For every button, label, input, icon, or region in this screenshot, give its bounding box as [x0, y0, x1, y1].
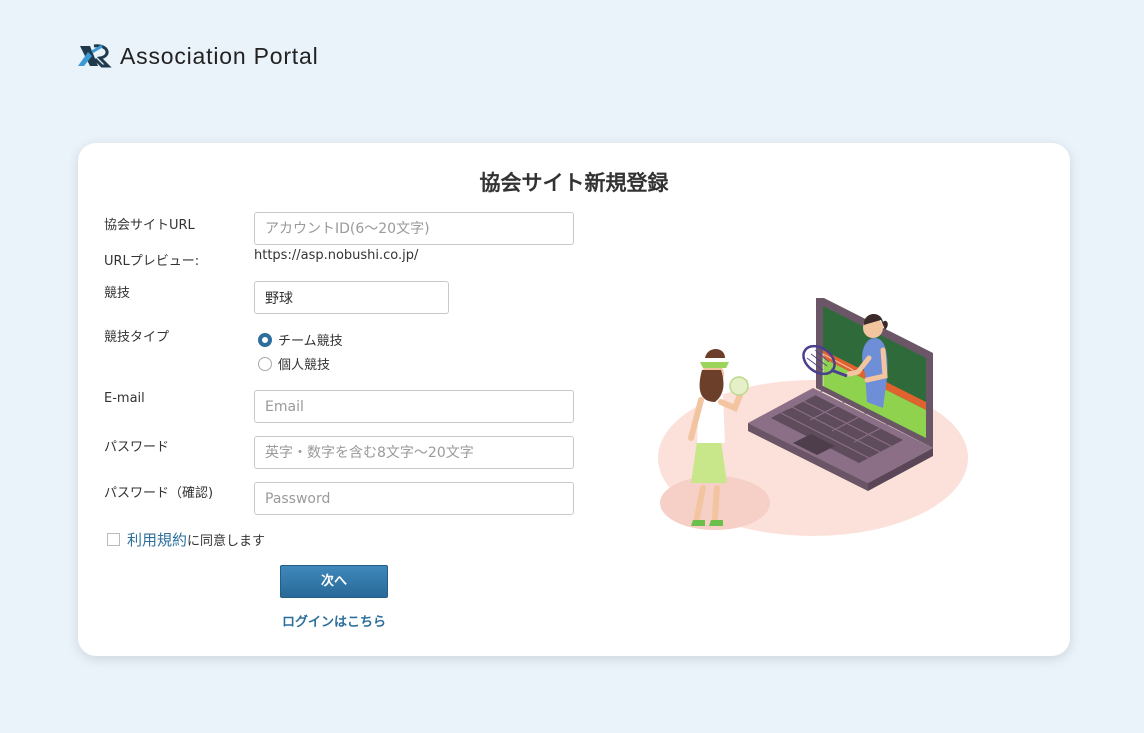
password-label: パスワード [104, 440, 170, 455]
terms-text: に同意します [187, 534, 266, 549]
app-title: Association Portal [120, 42, 319, 69]
terms-link[interactable]: 利用規約 [127, 529, 187, 550]
url-preview-value: https://asp.nobushi.co.jp/ [254, 248, 419, 263]
page-title: 協会サイト新規登録 [479, 171, 669, 195]
radio-unselected-icon[interactable] [258, 356, 272, 371]
radio-selected-icon[interactable] [258, 332, 272, 347]
site-url-label: 協会サイトURL [104, 218, 195, 233]
association-portal-logo-icon [78, 44, 112, 68]
sport-label: 競技 [104, 286, 131, 301]
terms-agreement: 利用規約 に同意します [107, 529, 265, 550]
radio-team-sport[interactable]: チーム競技 [258, 330, 343, 349]
radio-individual-sport[interactable]: 個人競技 [258, 354, 330, 373]
sport-input[interactable] [254, 281, 449, 314]
next-button[interactable]: 次へ [280, 565, 388, 598]
sport-type-label: 競技タイプ [104, 330, 170, 345]
registration-card: 協会サイト新規登録 協会サイトURL URLプレビュー: https://asp… [78, 143, 1070, 656]
site-url-input[interactable] [254, 212, 574, 245]
password-input[interactable] [254, 436, 574, 469]
email-input[interactable] [254, 390, 574, 423]
email-label: E-mail [104, 391, 145, 406]
radio-individual-sport-label: 個人競技 [278, 358, 331, 373]
radio-team-sport-label: チーム競技 [278, 334, 343, 349]
login-link[interactable]: ログインはこちら [280, 611, 388, 630]
password-confirm-input[interactable] [254, 482, 574, 515]
app-logo: Association Portal [78, 42, 319, 70]
terms-checkbox[interactable] [107, 533, 120, 546]
password-confirm-label: パスワード（確認) [104, 486, 214, 501]
url-preview-label: URLプレビュー: [104, 254, 200, 269]
tennis-laptop-illustration [658, 298, 968, 536]
